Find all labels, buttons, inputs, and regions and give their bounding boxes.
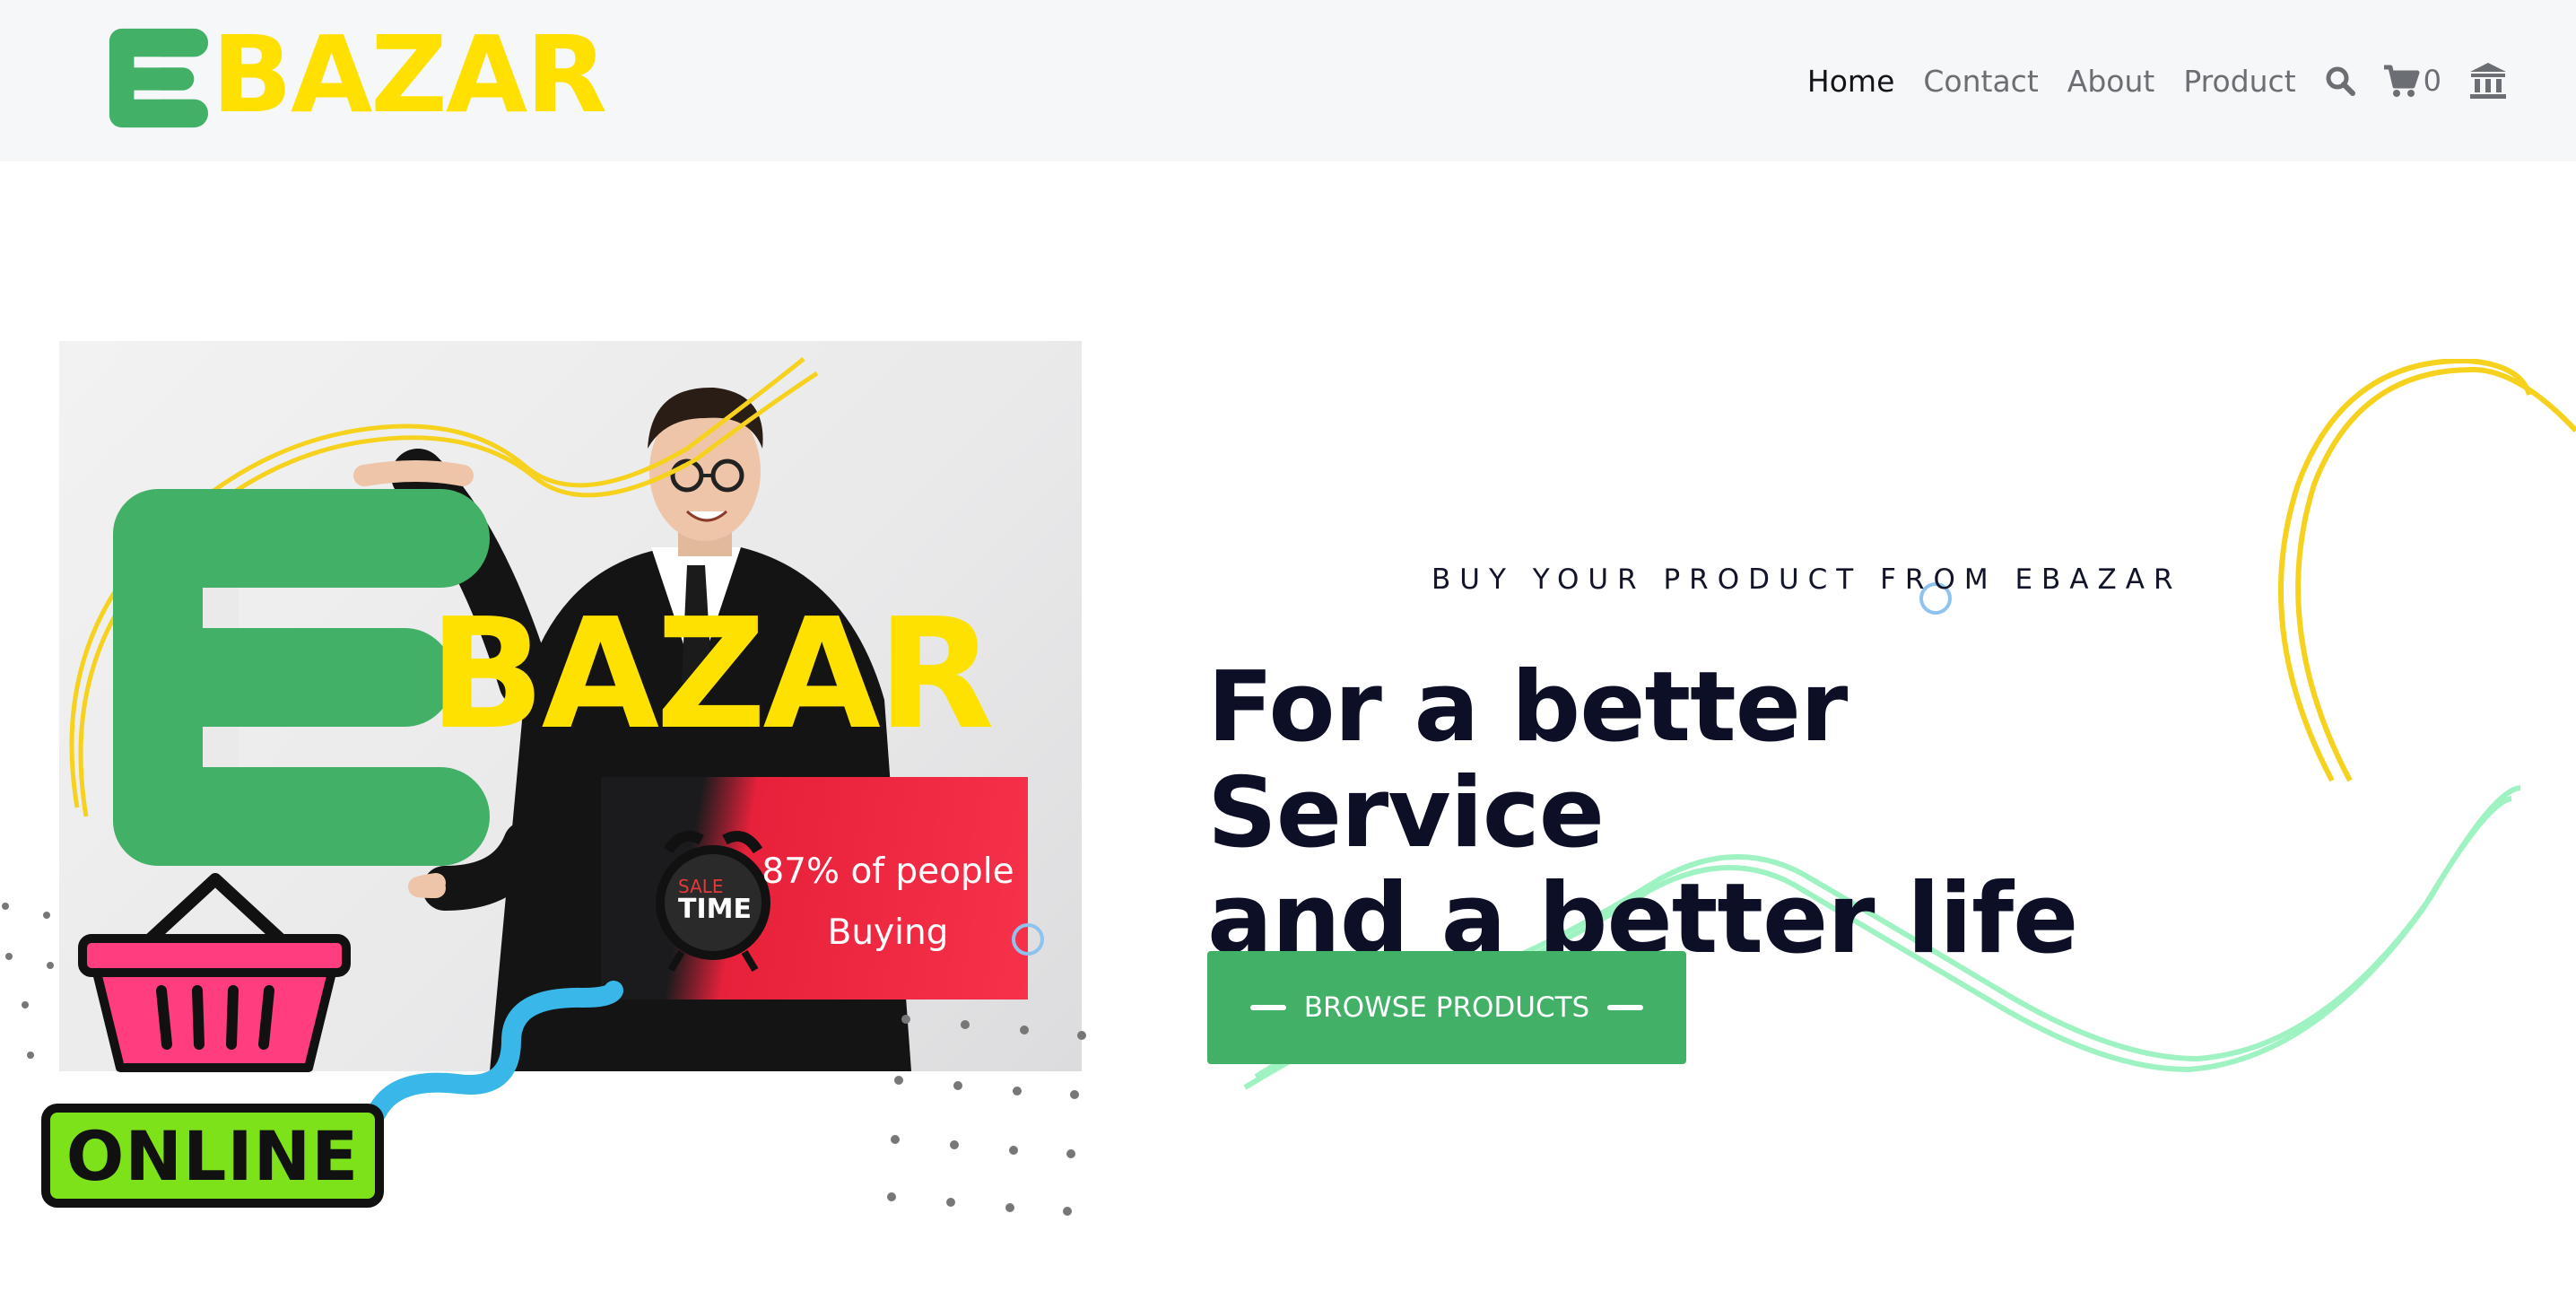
- nav-home[interactable]: Home: [1807, 64, 1894, 99]
- online-badge: ONLINE: [41, 1104, 384, 1208]
- sale-badge-panel: SALE TIME 87% of people Buying: [601, 777, 1028, 1000]
- cart-icon: [2383, 65, 2420, 97]
- ring-marker: [1012, 923, 1044, 956]
- brand-name: BAZAR: [212, 13, 607, 136]
- headline-line1: For a better Service: [1207, 651, 1848, 869]
- nav-about[interactable]: About: [2067, 64, 2155, 99]
- nav-contact[interactable]: Contact: [1923, 64, 2038, 99]
- dot-grid-right: [887, 1015, 1086, 1216]
- hero-headline: For a better Service and a better life: [1207, 655, 2266, 973]
- sale-caption: 87% of people Buying: [753, 842, 1023, 964]
- sale-caption-line2: Buying: [827, 912, 949, 953]
- banner-brand-name: BAZAR: [429, 586, 995, 764]
- logo-e-mark: [109, 28, 209, 128]
- cart-count: 0: [2423, 64, 2441, 98]
- time-label: TIME: [678, 894, 752, 925]
- main-nav: Home Contact About Product 0: [1807, 54, 2508, 108]
- dash-right-icon: [1607, 1005, 1644, 1010]
- browse-products-label: BROWSE PRODUCTS: [1303, 991, 1590, 1024]
- sale-caption-line1: 87% of people: [761, 851, 1014, 892]
- browse-products-button[interactable]: BROWSE PRODUCTS: [1207, 951, 1686, 1064]
- cart-button[interactable]: 0: [2382, 64, 2441, 98]
- blue-squiggle-decoration: [367, 981, 623, 1122]
- brand-logo[interactable]: BAZAR: [106, 16, 607, 133]
- site-header: BAZAR Home Contact About Product 0: [0, 0, 2576, 162]
- nav-product[interactable]: Product: [2183, 64, 2295, 99]
- hero-eyebrow: BUY YOUR PRODUCT FROM EBAZAR: [1432, 563, 2182, 596]
- shopping-basket-icon: [78, 873, 351, 1072]
- search-icon[interactable]: [2325, 65, 2355, 96]
- online-badge-label: ONLINE: [65, 1115, 360, 1196]
- bank-icon[interactable]: [2468, 61, 2508, 100]
- dash-left-icon: [1249, 1005, 1286, 1010]
